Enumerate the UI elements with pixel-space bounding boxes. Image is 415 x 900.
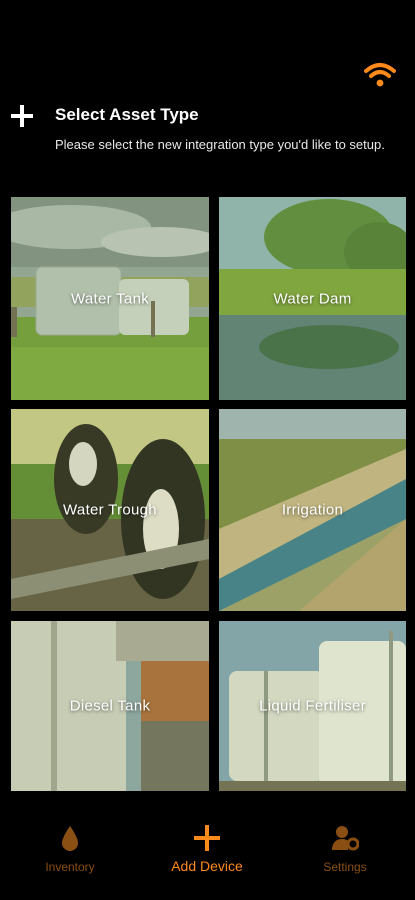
asset-tile-water-dam[interactable]: Water Dam bbox=[219, 197, 406, 400]
asset-label: Liquid Fertiliser bbox=[259, 697, 366, 715]
plus-icon bbox=[194, 825, 220, 851]
nav-inventory-label: Inventory bbox=[45, 860, 95, 874]
asset-tile-irrigation[interactable]: Irrigation bbox=[219, 409, 406, 611]
asset-tile-liquid-fertiliser[interactable]: Liquid Fertiliser bbox=[219, 621, 406, 791]
asset-label: Irrigation bbox=[281, 501, 344, 519]
page-subtitle: Please select the new integration type y… bbox=[55, 137, 385, 152]
drop-icon bbox=[62, 826, 78, 851]
asset-label: Water Tank bbox=[70, 290, 150, 307]
wifi-icon bbox=[364, 63, 396, 87]
asset-label: Water Trough bbox=[63, 501, 157, 519]
asset-tile-water-tank[interactable]: Water Tank bbox=[11, 197, 209, 400]
nav-add-device-label: Add Device bbox=[171, 858, 243, 874]
asset-tile-water-trough[interactable]: Water Trough bbox=[11, 409, 209, 611]
page-title: Select Asset Type bbox=[55, 105, 199, 124]
asset-label: Diesel Tank bbox=[69, 697, 151, 715]
bottom-navigation: Inventory Add Device Settings bbox=[0, 812, 415, 900]
nav-inventory[interactable]: Inventory bbox=[10, 824, 130, 874]
nav-add-device[interactable]: Add Device bbox=[147, 824, 267, 874]
nav-settings[interactable]: Settings bbox=[285, 824, 405, 874]
add-icon[interactable] bbox=[10, 104, 34, 128]
select-asset-screen: Select Asset Type Please select the new … bbox=[0, 0, 415, 900]
asset-tile-diesel-tank[interactable]: Diesel Tank bbox=[11, 621, 209, 791]
asset-type-grid: Water Tank Water Dam Water Trough Irriga… bbox=[11, 197, 406, 791]
nav-settings-label: Settings bbox=[323, 860, 367, 874]
asset-label: Water Dam bbox=[273, 290, 352, 307]
user-gear-icon bbox=[332, 826, 359, 851]
